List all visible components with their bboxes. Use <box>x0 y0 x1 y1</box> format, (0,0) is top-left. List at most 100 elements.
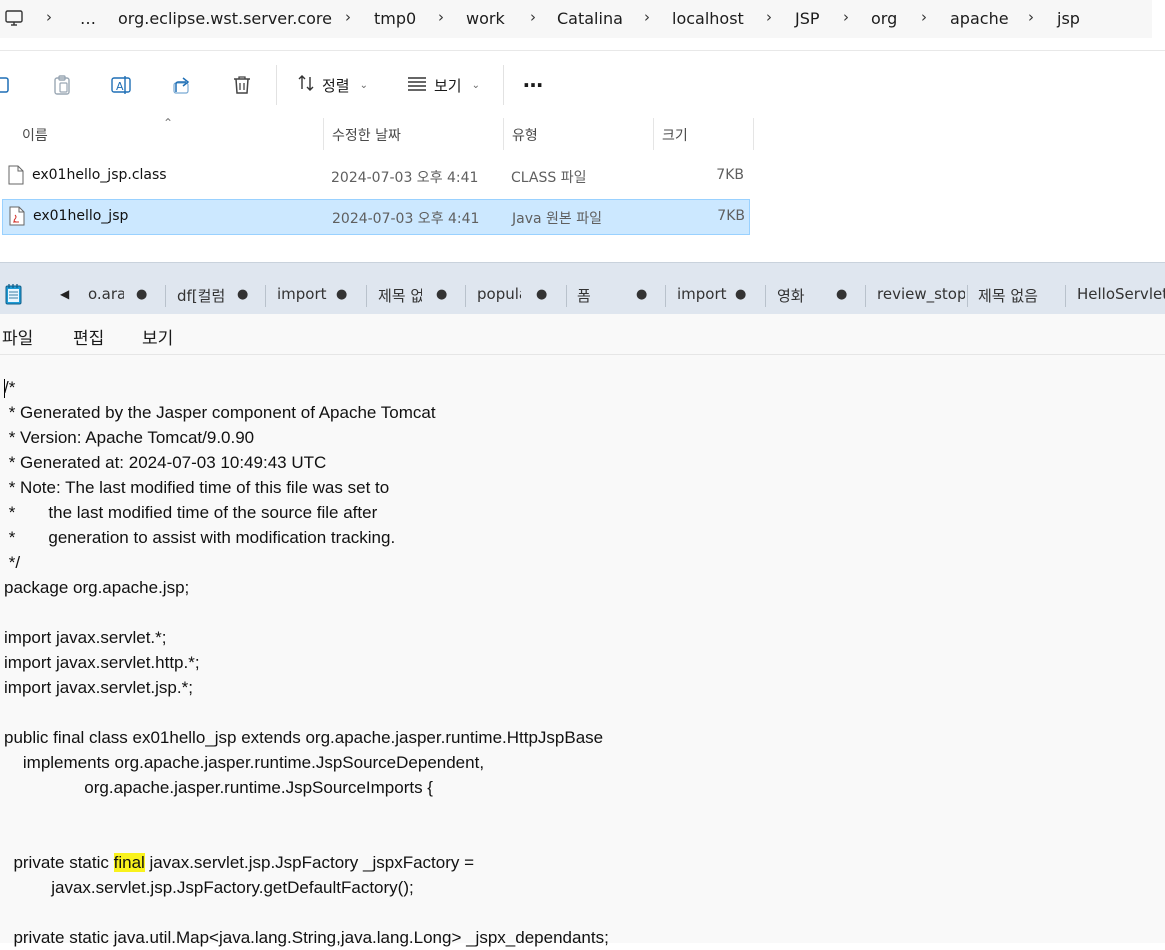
file-size: 7KB <box>716 167 744 183</box>
code-line: private static java.util.Map<java.lang.S… <box>4 928 609 947</box>
text-editor[interactable]: /* * Generated by the Jasper component o… <box>0 355 1165 947</box>
breadcrumb-item[interactable]: org.eclipse.wst.server.core <box>118 9 332 28</box>
tab[interactable]: HelloServlet. <box>1077 285 1165 307</box>
code-line: */ <box>4 553 21 572</box>
code-line: /* <box>4 378 16 397</box>
column-header-date[interactable]: 수정한 날짜 <box>332 125 401 145</box>
tab[interactable]: 제목 없음 <box>978 285 1058 307</box>
file-name: ex01hello_jsp <box>33 208 129 224</box>
tab[interactable]: df[컬럼 <box>177 285 225 307</box>
code-line: private static final javax.servlet.jsp.J… <box>4 850 474 875</box>
address-bar[interactable]: › … org.eclipse.wst.server.core › tmp0 ›… <box>0 0 1152 38</box>
chevron-down-icon: ⌄ <box>471 79 480 91</box>
breadcrumb-item[interactable]: tmp0 <box>374 9 416 28</box>
code-text: javax.servlet.jsp.JspFactory _jspxFactor… <box>144 853 475 872</box>
menu-bar: 파일 편집 보기 <box>0 314 1165 355</box>
paste-icon[interactable] <box>48 71 76 99</box>
menu-view[interactable]: 보기 <box>142 324 173 349</box>
tab-divider <box>265 285 266 307</box>
tab[interactable]: import <box>277 285 327 307</box>
breadcrumb-item[interactable]: JSP <box>795 9 820 28</box>
sort-button[interactable]: 정렬 ⌄ <box>296 73 368 97</box>
breadcrumb-item[interactable]: work <box>466 9 505 28</box>
file-size: 7KB <box>717 208 745 224</box>
code-line: public final class ex01hello_jsp extends… <box>4 728 604 747</box>
column-header-name[interactable]: 이름 <box>22 125 48 145</box>
share-icon[interactable] <box>168 71 196 99</box>
file-row[interactable]: ex01hello_jsp.class 2024-07-03 오후 4:41 C… <box>2 159 748 193</box>
breadcrumb-item[interactable]: apache <box>950 9 1009 28</box>
file-list-header: ⌃ 이름 수정한 날짜 유형 크기 <box>0 116 754 150</box>
file-date: 2024-07-03 오후 4:41 <box>331 170 479 186</box>
code-line: implements org.apache.jasper.runtime.Jsp… <box>4 753 485 772</box>
more-options-button[interactable]: … <box>523 68 544 92</box>
view-list-icon <box>406 73 428 97</box>
tab-divider <box>366 285 367 307</box>
notepad-window: ◀ o.arai ● df[컬럼 ● import ● 제목 없 ● popul… <box>0 262 1165 947</box>
file-type: CLASS 파일 <box>511 170 587 186</box>
view-button[interactable]: 보기 ⌄ <box>406 73 480 97</box>
tab[interactable]: o.arai <box>88 285 124 307</box>
chevron-right-icon: › <box>1028 8 1034 26</box>
tab[interactable]: 제목 없 <box>378 285 422 307</box>
column-header-size[interactable]: 크기 <box>662 125 688 145</box>
tab-divider <box>566 285 567 307</box>
chevron-right-icon: › <box>843 8 849 26</box>
unsaved-dot-icon: ● <box>536 287 548 302</box>
breadcrumb-item[interactable]: jsp <box>1057 9 1080 28</box>
tab[interactable]: import <box>677 285 727 307</box>
code-line: * the last modified time of the source f… <box>4 503 378 522</box>
file-row-selected[interactable]: ex01hello_jsp 2024-07-03 오후 4:41 Java 원본… <box>2 199 750 235</box>
breadcrumb-item[interactable]: Catalina <box>557 9 623 28</box>
chevron-right-icon: › <box>644 8 650 26</box>
tab[interactable]: 영화 <box>777 285 827 307</box>
tab-divider <box>665 285 666 307</box>
code-line: * Version: Apache Tomcat/9.0.90 <box>4 428 255 447</box>
blank-file-icon <box>8 165 24 185</box>
unsaved-dot-icon: ● <box>136 287 148 302</box>
column-divider[interactable] <box>323 118 324 150</box>
copy-icon[interactable] <box>0 71 18 99</box>
breadcrumb-item[interactable]: localhost <box>672 9 744 28</box>
view-label: 보기 <box>434 76 462 95</box>
chevron-right-icon: › <box>438 8 444 26</box>
file-type: Java 원본 파일 <box>512 211 602 227</box>
delete-icon[interactable] <box>228 71 256 99</box>
breadcrumb-item[interactable]: org <box>871 9 897 28</box>
column-header-type[interactable]: 유형 <box>512 125 538 145</box>
code-line: * Generated at: 2024-07-03 10:49:43 UTC <box>4 453 327 472</box>
column-divider[interactable] <box>753 118 754 150</box>
computer-icon[interactable] <box>4 8 24 28</box>
chevron-right-icon: › <box>766 8 772 26</box>
tab[interactable]: review_stopv <box>877 285 965 307</box>
code-text: private static <box>4 853 114 872</box>
unsaved-dot-icon: ● <box>436 287 448 302</box>
code-line: import javax.servlet.*; <box>4 628 167 647</box>
chevron-right-icon: › <box>530 8 536 26</box>
menu-edit[interactable]: 편집 <box>73 324 104 349</box>
search-highlight: final <box>113 853 145 872</box>
tab-divider <box>967 285 968 307</box>
chevron-right-icon: › <box>345 8 351 26</box>
code-line: * Note: The last modified time of this f… <box>4 478 390 497</box>
menu-file[interactable]: 파일 <box>2 324 33 349</box>
unsaved-dot-icon: ● <box>636 287 648 302</box>
code-line: javax.servlet.jsp.JspFactory.getDefaultF… <box>4 878 414 897</box>
toolbar-divider <box>276 65 277 105</box>
code-line: org.apache.jasper.runtime.JspSourceImpor… <box>4 778 433 797</box>
tab[interactable]: popula <box>477 285 521 307</box>
tab-divider <box>465 285 466 307</box>
breadcrumb-overflow[interactable]: … <box>80 9 96 28</box>
code-line: package org.apache.jsp; <box>4 578 190 597</box>
tab-divider <box>1065 285 1066 307</box>
sort-icon <box>296 73 316 97</box>
column-divider[interactable] <box>503 118 504 150</box>
tab-divider <box>165 285 166 307</box>
code-line: import javax.servlet.jsp.*; <box>4 678 193 697</box>
column-divider[interactable] <box>653 118 654 150</box>
scroll-tabs-left-icon[interactable]: ◀ <box>60 287 69 301</box>
tab[interactable]: 폼 <box>577 285 607 307</box>
unsaved-dot-icon: ● <box>336 287 348 302</box>
rename-icon[interactable]: A <box>108 71 136 99</box>
chevron-right-icon: › <box>46 8 52 26</box>
